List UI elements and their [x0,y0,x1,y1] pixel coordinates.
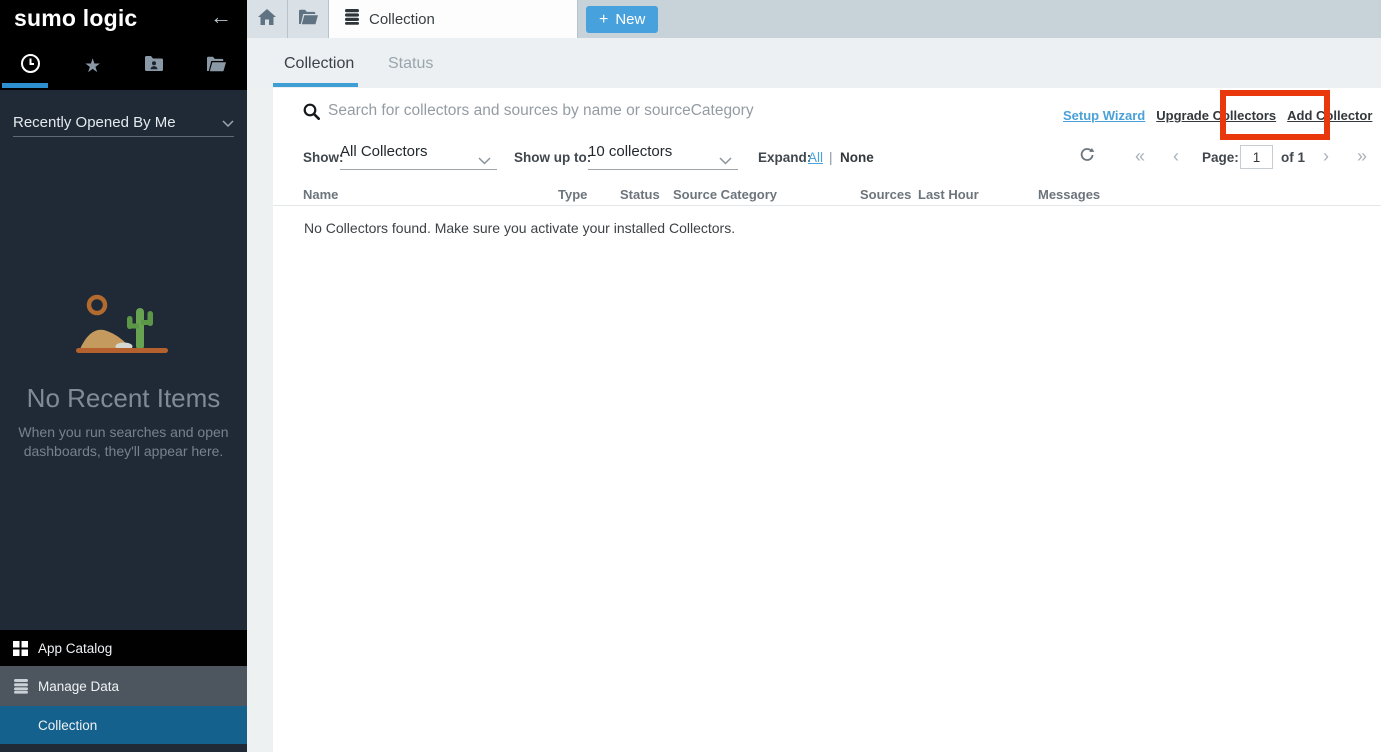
show-filter-label: Show: [303,150,344,165]
search-icon [303,103,320,125]
sumo-logic-logo: sumo logic [14,5,137,32]
column-header-status[interactable]: Status [620,187,660,202]
desert-illustration [74,292,174,363]
expand-label: Expand: [758,150,811,165]
search-input[interactable] [328,98,978,124]
sidebar: sumo logic ← ★ [0,0,247,752]
setup-wizard-link[interactable]: Setup Wizard [1063,108,1145,123]
grid-icon [13,641,29,656]
cactus-trunk [136,308,144,350]
content-gutter [247,88,273,752]
no-recent-items-caption: When you run searches and open dashboard… [0,423,247,461]
chevron-down-icon [719,152,732,169]
sidebar-item-collection[interactable]: Collection [0,706,247,744]
next-page-button[interactable]: › [1323,146,1329,167]
sidebar-icon-tabs: ★ [0,50,247,82]
database-icon [344,8,360,30]
column-header-source-category[interactable]: Source Category [673,187,777,202]
personal-folder-icon [144,55,164,77]
clock-icon [20,53,41,79]
collection-panel: Setup Wizard Upgrade Collectors Add Coll… [273,88,1381,752]
sumo-logic-app: sumo logic ← ★ [0,0,1381,752]
refresh-icon [1079,150,1095,167]
star-icon: ★ [84,57,101,76]
column-header-sources[interactable]: Sources [860,187,911,202]
refresh-button[interactable] [1079,147,1095,168]
new-button[interactable]: + New [586,6,658,33]
collector-action-links: Setup Wizard Upgrade Collectors Add Coll… [1063,108,1381,123]
open-folder-icon [298,9,319,30]
page-count-label: of 1 [1281,150,1305,165]
personal-folder-tab[interactable] [124,50,186,82]
open-library-button[interactable] [288,0,329,38]
sidebar-item-label: Collection [38,718,97,733]
page-tabs: Collection Status [247,38,1381,88]
chevron-down-icon [222,114,234,131]
column-header-messages[interactable]: Messages [1038,187,1100,202]
add-collector-link[interactable]: Add Collector [1287,108,1372,123]
active-tab-underline [273,83,358,87]
expand-divider: | [829,150,833,165]
plus-icon: + [599,12,608,28]
active-tab-indicator [2,83,48,88]
column-header-type[interactable]: Type [558,187,587,202]
expand-none-link[interactable]: None [840,150,874,165]
tab-collection[interactable]: Collection [284,55,354,73]
new-button-label: New [615,11,645,28]
recents-tab[interactable] [0,50,62,82]
tab-title: Collection [369,11,435,28]
favorites-tab[interactable]: ★ [62,50,124,82]
sidebar-item-manage-data[interactable]: Manage Data [0,666,247,706]
expand-all-link[interactable]: All [808,150,823,165]
database-icon [13,678,29,694]
collectors-table-header: Name Type Status Source Category Sources… [273,185,1381,206]
chevron-down-icon [478,152,491,169]
ground-shape [76,348,168,353]
recent-items-filter-dropdown[interactable]: Recently Opened By Me [13,109,234,137]
sidebar-header: sumo logic ← ★ [0,0,247,90]
page-number-input[interactable] [1240,145,1273,169]
collapse-sidebar-icon[interactable]: ← [210,4,232,30]
top-tab-bar: Collection + New [247,0,1381,38]
recent-filter-label: Recently Opened By Me [13,114,176,131]
collection-document-tab[interactable]: Collection [329,0,578,38]
open-folder-icon [206,56,227,77]
library-tab[interactable] [185,50,247,82]
limit-filter-label: Show up to: [514,150,591,165]
page-label: Page: [1202,150,1239,165]
no-recent-items-title: No Recent Items [0,383,247,414]
tab-status[interactable]: Status [388,55,433,73]
previous-page-button[interactable]: ‹ [1173,146,1179,167]
limit-filter-value: 10 collectors [588,143,672,160]
column-header-name[interactable]: Name [303,187,338,202]
sun-icon [89,297,105,313]
show-filter-value: All Collectors [340,143,428,160]
show-filter-dropdown[interactable]: All Collectors [340,143,497,170]
sidebar-item-label: App Catalog [38,641,112,656]
column-header-last-hour[interactable]: Last Hour [918,187,979,202]
upgrade-collectors-link[interactable]: Upgrade Collectors [1156,108,1276,123]
home-button[interactable] [247,0,288,38]
home-icon [258,9,276,30]
limit-filter-dropdown[interactable]: 10 collectors [588,143,738,170]
last-page-button[interactable]: » [1357,146,1367,167]
first-page-button[interactable]: « [1135,146,1145,167]
sidebar-item-label: Manage Data [38,679,119,694]
sidebar-item-app-catalog[interactable]: App Catalog [0,630,247,666]
empty-table-message: No Collectors found. Make sure you activ… [304,220,735,236]
